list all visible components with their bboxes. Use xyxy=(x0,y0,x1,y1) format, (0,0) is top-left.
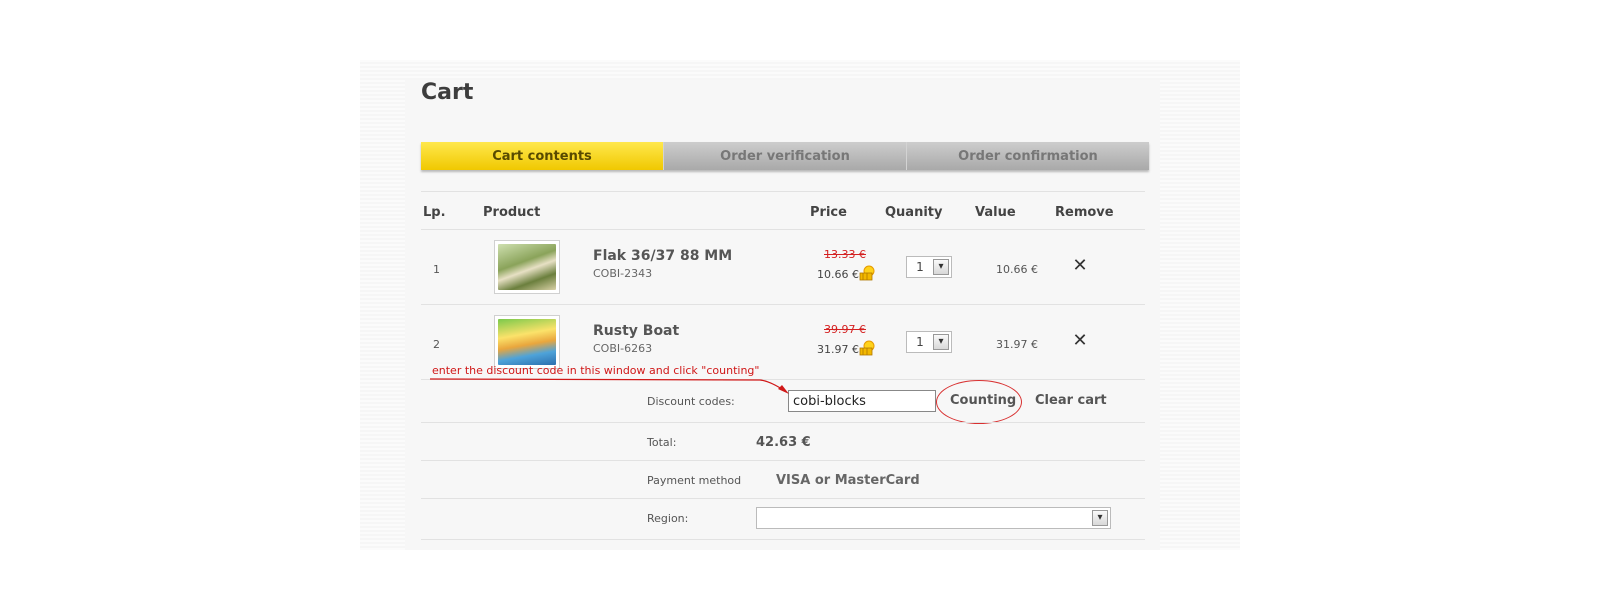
header-lp: Lp. xyxy=(423,205,446,220)
annotation-text: enter the discount code in this window a… xyxy=(432,364,760,377)
chevron-down-icon[interactable]: ▾ xyxy=(933,259,949,275)
checkout-steps: Cart contents Order verification Order c… xyxy=(421,142,1149,170)
region-select[interactable]: ▾ xyxy=(756,507,1111,529)
product-name[interactable]: Rusty Boat xyxy=(593,323,679,339)
discount-code-input[interactable] xyxy=(788,390,936,412)
remove-icon[interactable]: ✕ xyxy=(1070,331,1090,351)
quantity-select[interactable]: 1 ▾ xyxy=(906,256,952,278)
product-thumbnail[interactable] xyxy=(494,315,560,369)
cart-page: Cart Cart contents Order verification Or… xyxy=(0,0,1600,597)
step-cart-contents[interactable]: Cart contents xyxy=(421,142,664,170)
product-name[interactable]: Flak 36/37 88 MM xyxy=(593,248,732,264)
table-row: 1 Flak 36/37 88 MM COBI-2343 13.33 € 10.… xyxy=(421,229,1145,304)
header-quantity: Quanity xyxy=(885,205,943,220)
promo-badge-icon xyxy=(859,340,875,356)
discounted-price: 31.97 € xyxy=(817,343,859,356)
discount-label: Discount codes: xyxy=(647,395,735,408)
product-thumbnail[interactable] xyxy=(494,240,560,294)
quantity-value: 1 xyxy=(916,260,924,274)
header-value: Value xyxy=(975,205,1016,220)
header-price: Price xyxy=(810,205,847,220)
counting-button[interactable]: Counting xyxy=(950,393,1016,408)
step-order-confirmation[interactable]: Order confirmation xyxy=(907,142,1149,170)
quantity-value: 1 xyxy=(916,335,924,349)
total-label: Total: xyxy=(647,436,677,449)
total-value: 42.63 € xyxy=(756,435,811,450)
total-row: Total: 42.63 € xyxy=(421,422,1145,460)
step-order-verification[interactable]: Order verification xyxy=(664,142,907,170)
payment-label: Payment method xyxy=(647,474,742,487)
product-code: COBI-6263 xyxy=(593,342,653,355)
payment-row: Payment method VISA or MasterCard xyxy=(421,460,1145,498)
region-row: Region: ▾ xyxy=(421,498,1145,540)
old-price: 39.97 € xyxy=(824,323,866,336)
table-header: Lp. Product Price Quanity Value Remove xyxy=(421,191,1145,229)
header-remove: Remove xyxy=(1055,205,1114,220)
product-code: COBI-2343 xyxy=(593,267,653,280)
row-lp: 1 xyxy=(433,263,440,276)
discount-row: Discount codes: Counting Clear cart xyxy=(421,379,1145,424)
header-product: Product xyxy=(483,205,541,220)
chevron-down-icon[interactable]: ▾ xyxy=(933,334,949,350)
discounted-price: 10.66 € xyxy=(817,268,859,281)
clear-cart-button[interactable]: Clear cart xyxy=(1035,393,1107,408)
remove-icon[interactable]: ✕ xyxy=(1070,256,1090,276)
quantity-select[interactable]: 1 ▾ xyxy=(906,331,952,353)
old-price: 13.33 € xyxy=(824,248,866,261)
payment-value: VISA or MasterCard xyxy=(776,473,920,488)
page-title: Cart xyxy=(421,80,474,105)
region-label: Region: xyxy=(647,512,689,525)
chevron-down-icon[interactable]: ▾ xyxy=(1092,510,1108,526)
row-value: 10.66 € xyxy=(996,263,1038,276)
row-value: 31.97 € xyxy=(996,338,1038,351)
row-lp: 2 xyxy=(433,338,440,351)
promo-badge-icon xyxy=(859,265,875,281)
